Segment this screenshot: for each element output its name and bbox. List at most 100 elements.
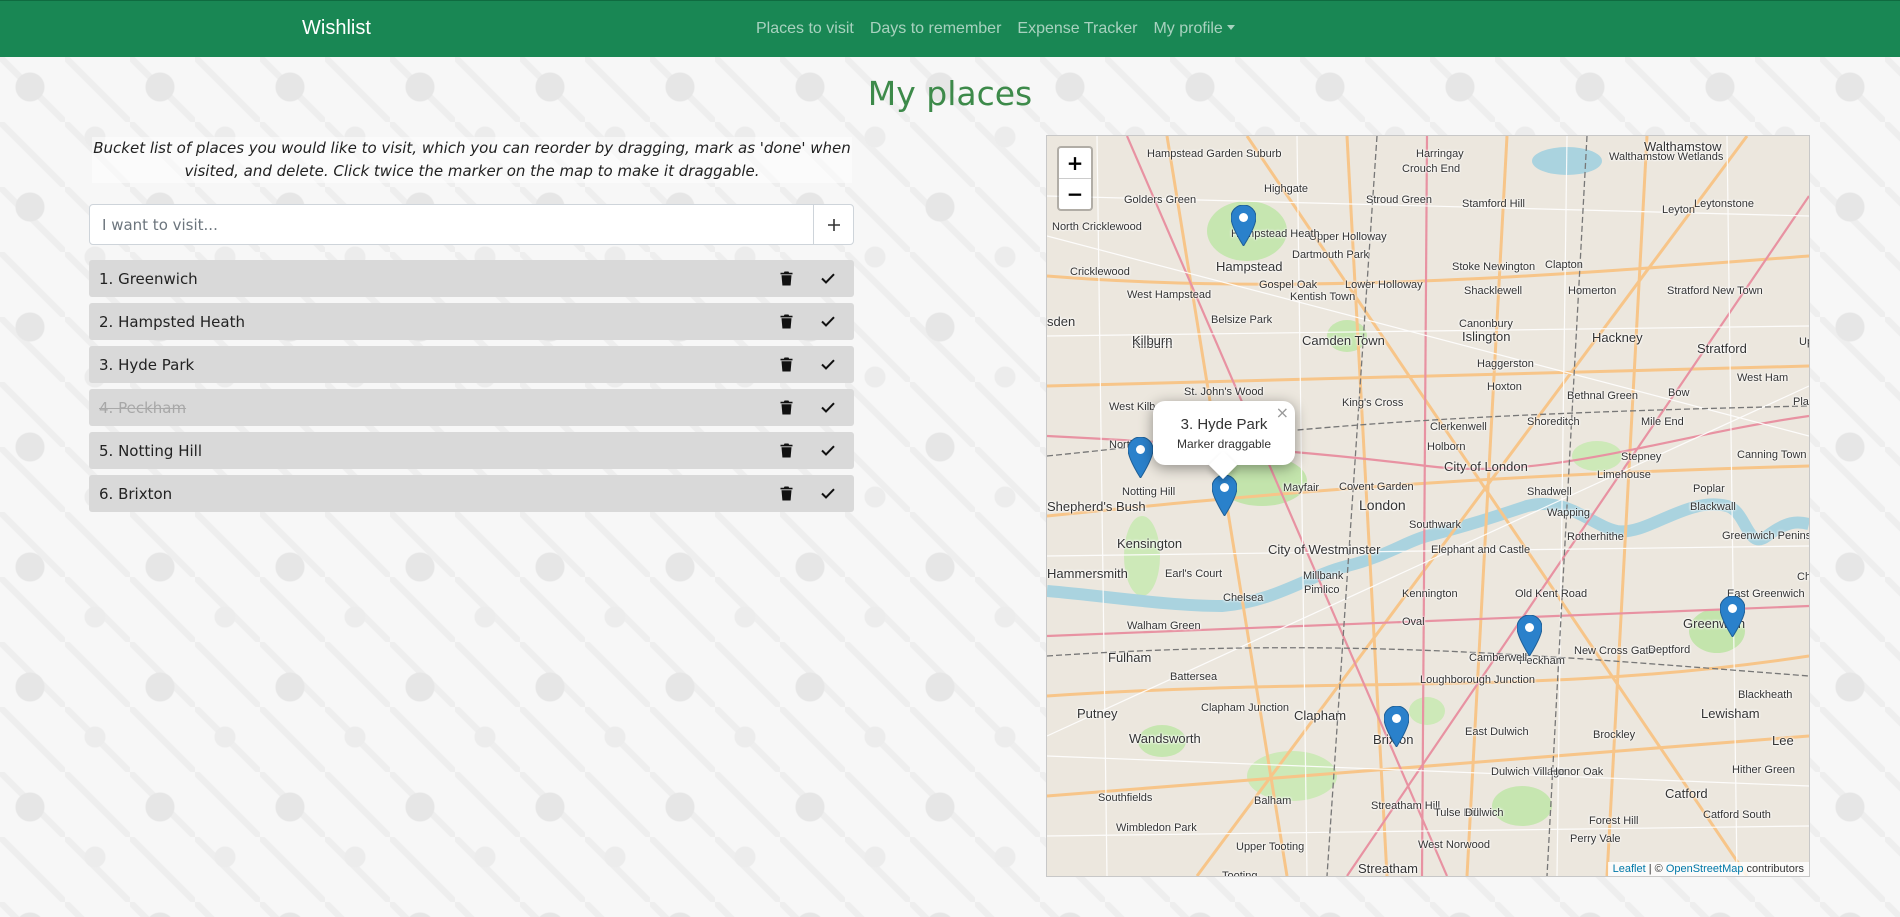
map-place-label: Leyton bbox=[1662, 204, 1696, 216]
map-place-label: sden bbox=[1047, 314, 1076, 329]
map-place-label: Loughborough Junction bbox=[1420, 674, 1535, 686]
map-place-label: Kensington bbox=[1117, 536, 1183, 551]
trash-icon bbox=[780, 400, 792, 415]
trash-icon bbox=[780, 357, 792, 372]
mark-done-button[interactable] bbox=[812, 437, 844, 465]
zoom-out-button[interactable]: − bbox=[1059, 178, 1091, 209]
map-place-label: Covent Garden bbox=[1339, 481, 1414, 493]
map-place-label: Bow bbox=[1668, 387, 1690, 399]
delete-place-button[interactable] bbox=[770, 480, 802, 508]
map-place-label: Homerton bbox=[1568, 285, 1617, 297]
place-list-item[interactable]: 4. Peckham bbox=[89, 389, 854, 426]
map-place-label: City of London bbox=[1444, 459, 1528, 474]
map-place-label: Walthamstow Wetlands bbox=[1609, 151, 1724, 163]
openstreetmap-link[interactable]: OpenStreetMap bbox=[1666, 863, 1744, 875]
map-place-label: Hampstead bbox=[1216, 259, 1283, 274]
popup-subtitle: Marker draggable bbox=[1176, 437, 1272, 451]
map-place-label: North Cricklewood bbox=[1052, 221, 1142, 233]
delete-place-button[interactable] bbox=[770, 437, 802, 465]
map-marker-peckham[interactable] bbox=[1516, 614, 1543, 657]
mark-done-button[interactable] bbox=[812, 308, 844, 336]
plus-icon bbox=[827, 218, 840, 231]
popup-close-button[interactable]: × bbox=[1276, 403, 1289, 422]
place-list-item[interactable]: 6. Brixton bbox=[89, 475, 854, 512]
check-icon bbox=[821, 402, 835, 413]
map-place-label: Earl's Court bbox=[1165, 568, 1223, 580]
nav-days-to-remember[interactable]: Days to remember bbox=[862, 20, 1010, 38]
map-place-label: West Norwood bbox=[1418, 839, 1490, 851]
place-label: 1. Greenwich bbox=[99, 269, 198, 288]
place-input[interactable] bbox=[90, 205, 813, 244]
map-place-label: Crouch End bbox=[1402, 163, 1461, 175]
add-place-form bbox=[89, 204, 854, 245]
map-place-label: Poplar bbox=[1693, 483, 1725, 495]
delete-place-button[interactable] bbox=[770, 265, 802, 293]
map-place-label: Holborn bbox=[1427, 441, 1466, 453]
map-place-label: Stratford bbox=[1697, 341, 1747, 356]
map-place-label: Clapham bbox=[1294, 708, 1347, 723]
map-place-label: Deptford bbox=[1648, 644, 1691, 656]
nav-links: Places to visit Days to remember Expense… bbox=[748, 20, 1243, 38]
map-marker-hyde-park[interactable] bbox=[1211, 474, 1238, 517]
place-label: 5. Notting Hill bbox=[99, 441, 202, 460]
mark-done-button[interactable] bbox=[812, 265, 844, 293]
map-place-label: Hackney bbox=[1592, 330, 1643, 345]
zoom-in-button[interactable]: + bbox=[1059, 148, 1091, 178]
place-list-item[interactable]: 5. Notting Hill bbox=[89, 432, 854, 469]
add-place-button[interactable] bbox=[813, 205, 853, 244]
map-place-label: West Hampstead bbox=[1127, 289, 1212, 301]
map-place-label: West Ham bbox=[1737, 372, 1789, 384]
map-place-label: Streatham bbox=[1358, 861, 1418, 876]
map[interactable]: Walthamstow Hampstead Garden Suburb Harrin… bbox=[1046, 135, 1810, 877]
nav-expense-tracker[interactable]: Expense Tracker bbox=[1009, 20, 1145, 38]
map-place-label: Stepney bbox=[1621, 451, 1662, 463]
map-place-label: Gospel Oak bbox=[1259, 279, 1318, 291]
place-list-item[interactable]: 1. Greenwich bbox=[89, 260, 854, 297]
check-icon bbox=[821, 273, 835, 284]
map-place-label: Haggerston bbox=[1477, 358, 1534, 370]
map-place-label: East Dulwich bbox=[1465, 726, 1529, 738]
mark-done-button[interactable] bbox=[812, 394, 844, 422]
delete-place-button[interactable] bbox=[770, 308, 802, 336]
map-place-label: St. John's Wood bbox=[1184, 386, 1264, 398]
mark-done-button[interactable] bbox=[812, 351, 844, 379]
trash-icon bbox=[780, 314, 792, 329]
map-marker-brixton[interactable] bbox=[1383, 705, 1410, 748]
mark-done-button[interactable] bbox=[812, 480, 844, 508]
map-marker-notting-hill[interactable] bbox=[1127, 436, 1154, 479]
brand-logo[interactable]: Wishlist bbox=[302, 17, 371, 40]
map-place-label: Greenwich Peninsula bbox=[1722, 530, 1809, 542]
map-place-label: Blackheath bbox=[1738, 689, 1793, 701]
map-place-label: Dulwich bbox=[1465, 807, 1504, 819]
map-place-label: Canonbury bbox=[1459, 318, 1513, 330]
nav-my-profile-dropdown[interactable]: My profile bbox=[1145, 20, 1242, 38]
place-label: 3. Hyde Park bbox=[99, 355, 195, 374]
nav-places-to-visit[interactable]: Places to visit bbox=[748, 20, 862, 38]
place-list-item[interactable]: 3. Hyde Park bbox=[89, 346, 854, 383]
map-place-label: Kentish Town bbox=[1290, 291, 1356, 303]
map-pin-icon bbox=[1719, 595, 1746, 638]
map-place-label: Islington bbox=[1462, 329, 1511, 344]
map-place-label: Lewisham bbox=[1701, 706, 1760, 721]
map-place-label: Elephant and Castle bbox=[1431, 544, 1531, 556]
map-place-label: Clapham Junction bbox=[1201, 702, 1290, 714]
map-place-label: Plaisto bbox=[1793, 396, 1809, 408]
delete-place-button[interactable] bbox=[770, 394, 802, 422]
map-marker-greenwich[interactable] bbox=[1719, 595, 1746, 638]
map-marker-hampstead-heath[interactable] bbox=[1230, 204, 1257, 247]
leaflet-link[interactable]: Leaflet bbox=[1613, 863, 1646, 875]
map-place-label: Stratford New Town bbox=[1667, 285, 1763, 297]
check-icon bbox=[821, 445, 835, 456]
map-place-label: Clapton bbox=[1545, 259, 1583, 271]
trash-icon bbox=[780, 486, 792, 501]
page-description: Bucket list of places you would like to … bbox=[92, 137, 852, 183]
map-place-label: Golders Green bbox=[1124, 194, 1197, 206]
map-place-label: Lower Holloway bbox=[1345, 279, 1423, 291]
map-place-label: Rotherhithe bbox=[1567, 531, 1624, 543]
map-place-label: Southwark bbox=[1409, 519, 1461, 531]
delete-place-button[interactable] bbox=[770, 351, 802, 379]
map-place-label: Millbank bbox=[1303, 570, 1344, 582]
map-pin-icon bbox=[1127, 436, 1154, 479]
map-place-label: Kennington bbox=[1402, 588, 1458, 600]
place-list-item[interactable]: 2. Hampsted Heath bbox=[89, 303, 854, 340]
